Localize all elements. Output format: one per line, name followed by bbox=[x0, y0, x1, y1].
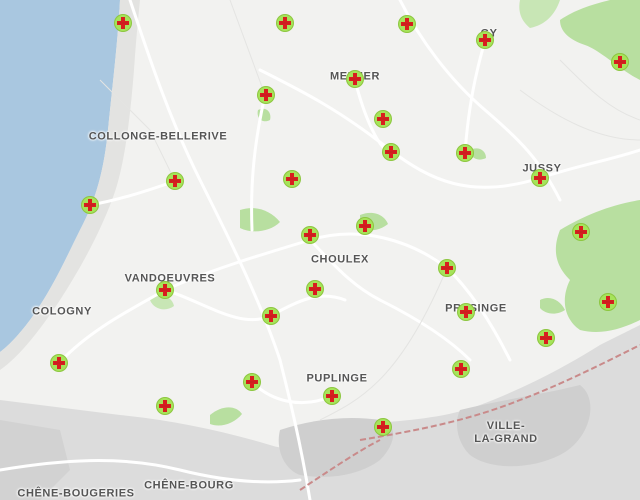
map-marker[interactable] bbox=[244, 374, 260, 390]
red-cross-icon bbox=[159, 400, 171, 412]
red-cross-icon bbox=[460, 306, 472, 318]
map-marker[interactable] bbox=[324, 388, 340, 404]
map-marker[interactable] bbox=[167, 173, 183, 189]
map-marker[interactable] bbox=[375, 419, 391, 435]
map-marker[interactable] bbox=[82, 197, 98, 213]
red-cross-icon bbox=[279, 17, 291, 29]
red-cross-icon bbox=[540, 332, 552, 344]
map-marker[interactable] bbox=[263, 308, 279, 324]
place-label-puplinge: PUPLINGE bbox=[306, 372, 368, 385]
red-cross-icon bbox=[479, 34, 491, 46]
map-view[interactable]: MEINIER GY COLLONGE-BELLERIVE JUSSY CHOU… bbox=[0, 0, 640, 500]
map-marker[interactable] bbox=[357, 218, 373, 234]
map-marker[interactable] bbox=[532, 170, 548, 186]
basemap bbox=[0, 0, 640, 500]
map-marker[interactable] bbox=[458, 304, 474, 320]
red-cross-icon bbox=[265, 310, 277, 322]
red-cross-icon bbox=[53, 357, 65, 369]
red-cross-icon bbox=[246, 376, 258, 388]
red-cross-icon bbox=[377, 113, 389, 125]
map-marker[interactable] bbox=[347, 71, 363, 87]
red-cross-icon bbox=[349, 73, 361, 85]
map-marker[interactable] bbox=[453, 361, 469, 377]
map-marker[interactable] bbox=[115, 15, 131, 31]
map-marker[interactable] bbox=[439, 260, 455, 276]
red-cross-icon bbox=[304, 229, 316, 241]
red-cross-icon bbox=[534, 172, 546, 184]
map-marker[interactable] bbox=[612, 54, 628, 70]
map-marker[interactable] bbox=[477, 32, 493, 48]
red-cross-icon bbox=[169, 175, 181, 187]
map-marker[interactable] bbox=[51, 355, 67, 371]
red-cross-icon bbox=[159, 284, 171, 296]
red-cross-icon bbox=[455, 363, 467, 375]
red-cross-icon bbox=[359, 220, 371, 232]
place-label-choulex: CHOULEX bbox=[311, 253, 369, 266]
map-marker[interactable] bbox=[302, 227, 318, 243]
map-marker[interactable] bbox=[157, 282, 173, 298]
red-cross-icon bbox=[385, 146, 397, 158]
map-marker[interactable] bbox=[258, 87, 274, 103]
map-marker[interactable] bbox=[457, 145, 473, 161]
red-cross-icon bbox=[575, 226, 587, 238]
map-marker[interactable] bbox=[573, 224, 589, 240]
place-label-ville-la-grand: VILLE- LA-GRAND bbox=[474, 420, 538, 445]
map-marker[interactable] bbox=[277, 15, 293, 31]
red-cross-icon bbox=[309, 283, 321, 295]
red-cross-icon bbox=[602, 296, 614, 308]
place-label-presinge: PRESINGE bbox=[445, 302, 507, 315]
place-label-chene-bougeries: CHÊNE-BOUGERIES bbox=[17, 487, 135, 500]
place-label-collonge-bellerive: COLLONGE-BELLERIVE bbox=[88, 130, 228, 143]
red-cross-icon bbox=[441, 262, 453, 274]
red-cross-icon bbox=[117, 17, 129, 29]
map-marker[interactable] bbox=[383, 144, 399, 160]
map-marker[interactable] bbox=[399, 16, 415, 32]
map-marker[interactable] bbox=[157, 398, 173, 414]
red-cross-icon bbox=[377, 421, 389, 433]
red-cross-icon bbox=[459, 147, 471, 159]
map-marker[interactable] bbox=[307, 281, 323, 297]
red-cross-icon bbox=[84, 199, 96, 211]
map-marker[interactable] bbox=[375, 111, 391, 127]
map-marker[interactable] bbox=[538, 330, 554, 346]
red-cross-icon bbox=[260, 89, 272, 101]
red-cross-icon bbox=[401, 18, 413, 30]
red-cross-icon bbox=[614, 56, 626, 68]
place-label-chene-bourg: CHÊNE-BOURG bbox=[144, 479, 234, 492]
red-cross-icon bbox=[326, 390, 338, 402]
map-marker[interactable] bbox=[600, 294, 616, 310]
red-cross-icon bbox=[286, 173, 298, 185]
map-marker[interactable] bbox=[284, 171, 300, 187]
place-label-cologny: COLOGNY bbox=[32, 305, 92, 318]
